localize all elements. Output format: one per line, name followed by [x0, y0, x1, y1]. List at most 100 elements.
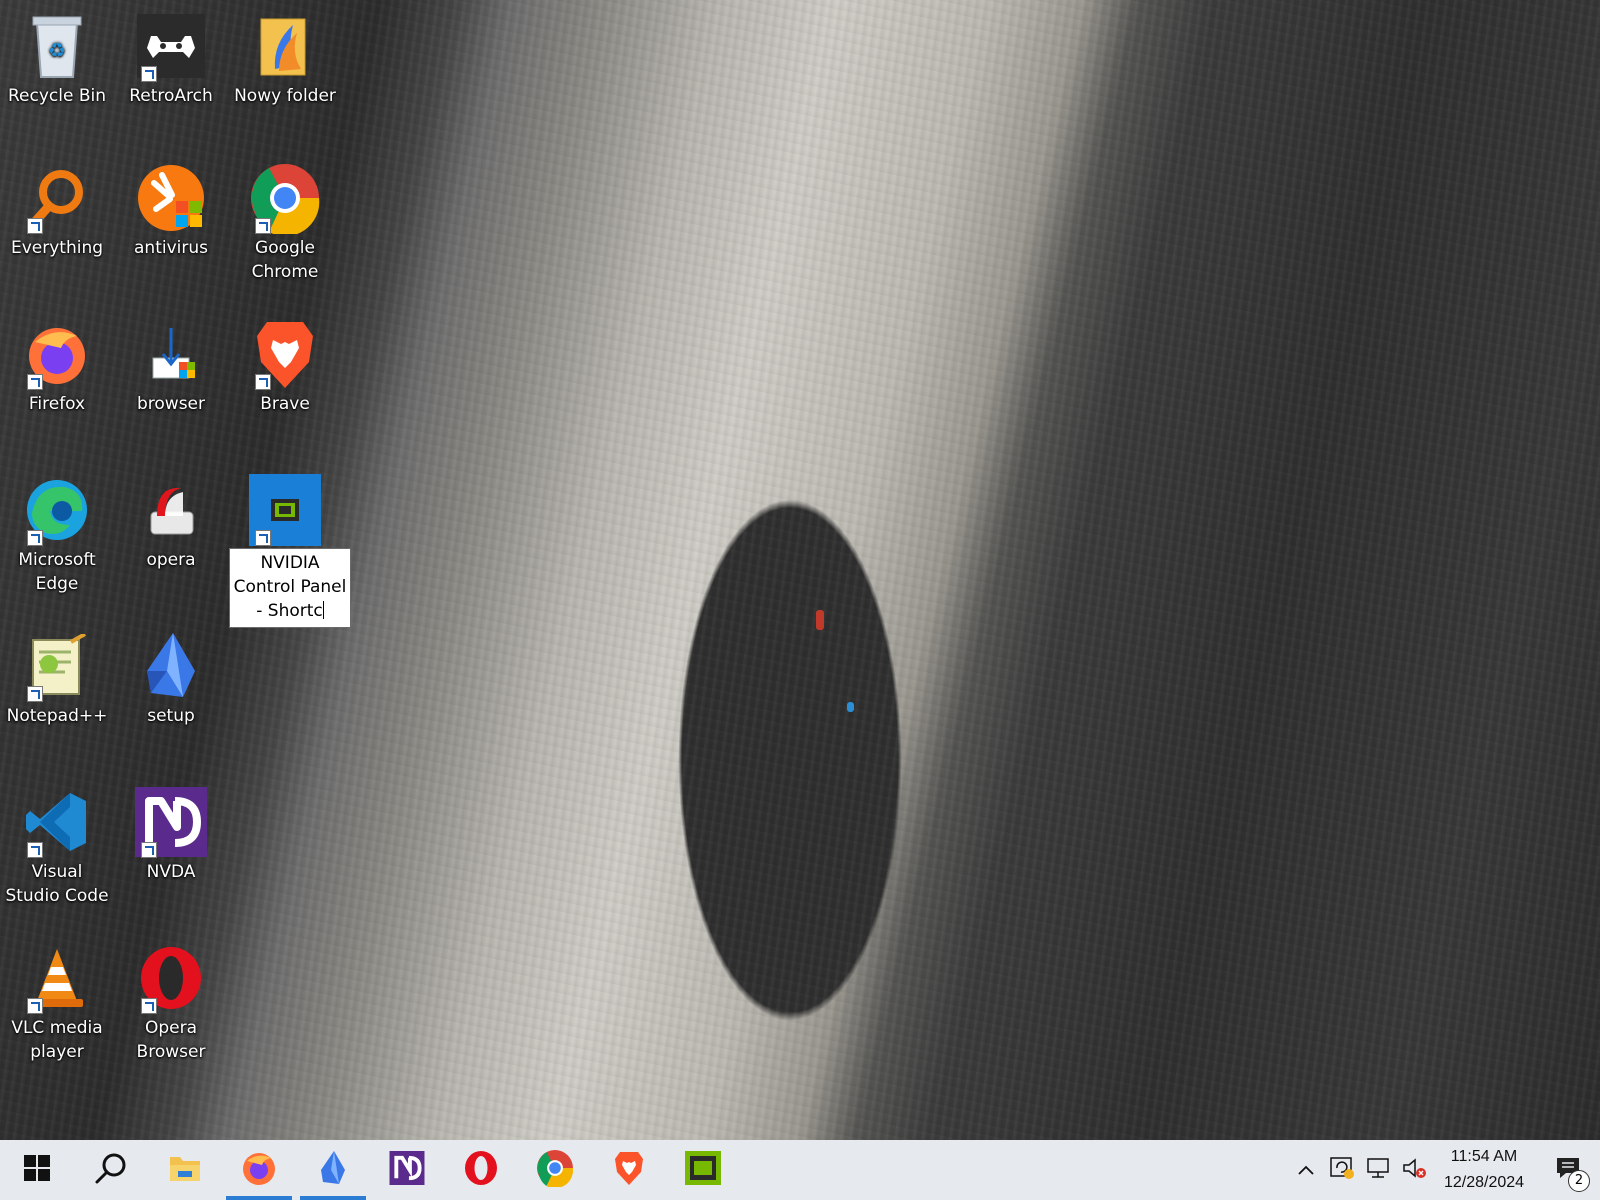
search-button[interactable]: [74, 1140, 148, 1200]
desktop-icon-setup[interactable]: setup: [115, 630, 227, 728]
desktop-icon-opera-browser[interactable]: Opera Browser: [115, 942, 227, 1064]
taskbar-nvda[interactable]: [370, 1140, 444, 1200]
nvda-icon: [135, 786, 207, 858]
desktop-icon-google-chrome[interactable]: Google Chrome: [229, 162, 341, 284]
desktop-icon-nvidia-control-panel[interactable]: NVIDIA Control Panel - Shortc: [229, 474, 351, 628]
everything-search-icon: [21, 162, 93, 234]
chevron-up-icon: [1297, 1161, 1315, 1180]
shortcut-arrow-icon: [255, 218, 271, 234]
taskbar: 11:54 AM 12/28/2024 2: [0, 1140, 1600, 1200]
opera-icon: [463, 1150, 499, 1190]
wallpaper-climber: [816, 610, 824, 630]
desktop-icon-label: VLC media player: [11, 1018, 103, 1062]
desktop-icon-label: Everything: [10, 238, 104, 258]
text-caret: [322, 601, 324, 619]
shortcut-arrow-icon: [27, 842, 43, 858]
shortcut-arrow-icon: [255, 530, 271, 546]
start-button[interactable]: [0, 1140, 74, 1200]
desktop-icon-browser[interactable]: browser: [115, 318, 227, 416]
taskbar-opera[interactable]: [444, 1140, 518, 1200]
taskbar-setup[interactable]: [296, 1140, 370, 1200]
desktop-icon-label: setup: [147, 706, 195, 726]
windows-start-icon: [24, 1155, 50, 1185]
desktop-icon-label: Recycle Bin: [7, 86, 106, 106]
desktop-icon-nvda[interactable]: NVDA: [115, 786, 227, 884]
folder-icon: [249, 10, 321, 82]
taskbar-brave[interactable]: [592, 1140, 666, 1200]
show-hidden-icons-button[interactable]: [1288, 1140, 1324, 1200]
shortcut-arrow-icon: [27, 218, 43, 234]
nvidia-icon: [685, 1151, 721, 1189]
nvda-icon: [389, 1151, 425, 1189]
svg-text:♻: ♻: [48, 38, 66, 62]
desktop-icon-firefox[interactable]: Firefox: [1, 318, 113, 416]
desktop-icon-label: Google Chrome: [251, 238, 319, 282]
clock-time: 11:54 AM: [1450, 1148, 1518, 1165]
desktop-icon-label: antivirus: [134, 238, 208, 258]
desktop-icon-opera-installer[interactable]: opera: [115, 474, 227, 572]
desktop-icon-everything[interactable]: Everything: [1, 162, 113, 260]
search-icon: [94, 1151, 128, 1189]
desktop-icon-label: Microsoft Edge: [18, 550, 96, 594]
browser-installer-icon: [135, 318, 207, 390]
vlc-icon: [21, 942, 93, 1014]
desktop-icon-antivirus[interactable]: antivirus: [115, 162, 227, 260]
desktop-icon-label: Nowy folder: [234, 86, 336, 106]
shortcut-arrow-icon: [255, 374, 271, 390]
tray-volume-button[interactable]: [1396, 1140, 1432, 1200]
shortcut-arrow-icon: [141, 842, 157, 858]
desktop-icon-retroarch[interactable]: RetroArch: [115, 10, 227, 108]
desktop-icon-label: Brave: [260, 394, 310, 414]
retroarch-icon: [135, 10, 207, 82]
recycle-bin-icon: ♻: [21, 10, 93, 82]
system-tray: 11:54 AM 12/28/2024 2: [1288, 1140, 1600, 1200]
antivirus-icon: [135, 162, 207, 234]
desktop-icon-vlc[interactable]: VLC media player: [1, 942, 113, 1064]
firefox-icon: [241, 1150, 277, 1190]
rename-text: NVIDIA Control Panel - Shortc: [233, 553, 347, 621]
taskbar-nvidia[interactable]: [666, 1140, 740, 1200]
taskbar-firefox[interactable]: [222, 1140, 296, 1200]
shortcut-arrow-icon: [141, 998, 157, 1014]
setup-icon: [317, 1150, 349, 1190]
tray-network-button[interactable]: [1360, 1140, 1396, 1200]
rename-textbox[interactable]: NVIDIA Control Panel - Shortc: [229, 548, 351, 628]
windows-update-icon: [1329, 1156, 1355, 1184]
desktop-icon-label: Firefox: [28, 394, 86, 414]
shortcut-arrow-icon: [27, 686, 43, 702]
vscode-icon: [21, 786, 93, 858]
taskbar-file-explorer[interactable]: [148, 1140, 222, 1200]
wallpaper-climber: [847, 702, 854, 712]
desktop-icon-label: Opera Browser: [136, 1018, 206, 1062]
desktop-icon-nowy-folder[interactable]: Nowy folder: [229, 10, 341, 108]
action-center-button[interactable]: 2: [1536, 1140, 1600, 1200]
desktop-icon-brave[interactable]: Brave: [229, 318, 341, 416]
firefox-icon: [21, 318, 93, 390]
desktop-icon-microsoft-edge[interactable]: Microsoft Edge: [1, 474, 113, 596]
volume-muted-icon: [1401, 1156, 1427, 1184]
edge-icon: [21, 474, 93, 546]
notepad-plus-plus-icon: [21, 630, 93, 702]
desktop-icon-label: browser: [136, 394, 206, 414]
opera-installer-icon: [135, 474, 207, 546]
notification-count-badge: 2: [1568, 1170, 1590, 1192]
network-icon: [1365, 1156, 1391, 1184]
taskbar-chrome[interactable]: [518, 1140, 592, 1200]
desktop-icon-label: NVDA: [146, 862, 196, 882]
shortcut-arrow-icon: [27, 998, 43, 1014]
desktop-icon-label: Notepad++: [6, 706, 108, 726]
desktop-icon-label: Visual Studio Code: [5, 862, 109, 906]
file-explorer-icon: [168, 1153, 202, 1187]
shortcut-arrow-icon: [27, 374, 43, 390]
desktop-icon-recycle-bin[interactable]: ♻ Recycle Bin: [1, 10, 113, 108]
tray-update-button[interactable]: [1324, 1140, 1360, 1200]
clock-date: 12/28/2024: [1443, 1174, 1525, 1191]
chrome-icon: [536, 1149, 574, 1191]
nvidia-icon: [249, 474, 321, 546]
desktop-icon-notepad-plus-plus[interactable]: Notepad++: [1, 630, 113, 728]
setup-icon: [135, 630, 207, 702]
taskbar-clock[interactable]: 11:54 AM 12/28/2024: [1432, 1144, 1536, 1196]
desktop-icon-visual-studio-code[interactable]: Visual Studio Code: [1, 786, 113, 908]
chrome-icon: [249, 162, 321, 234]
desktop-icon-label: opera: [146, 550, 196, 570]
